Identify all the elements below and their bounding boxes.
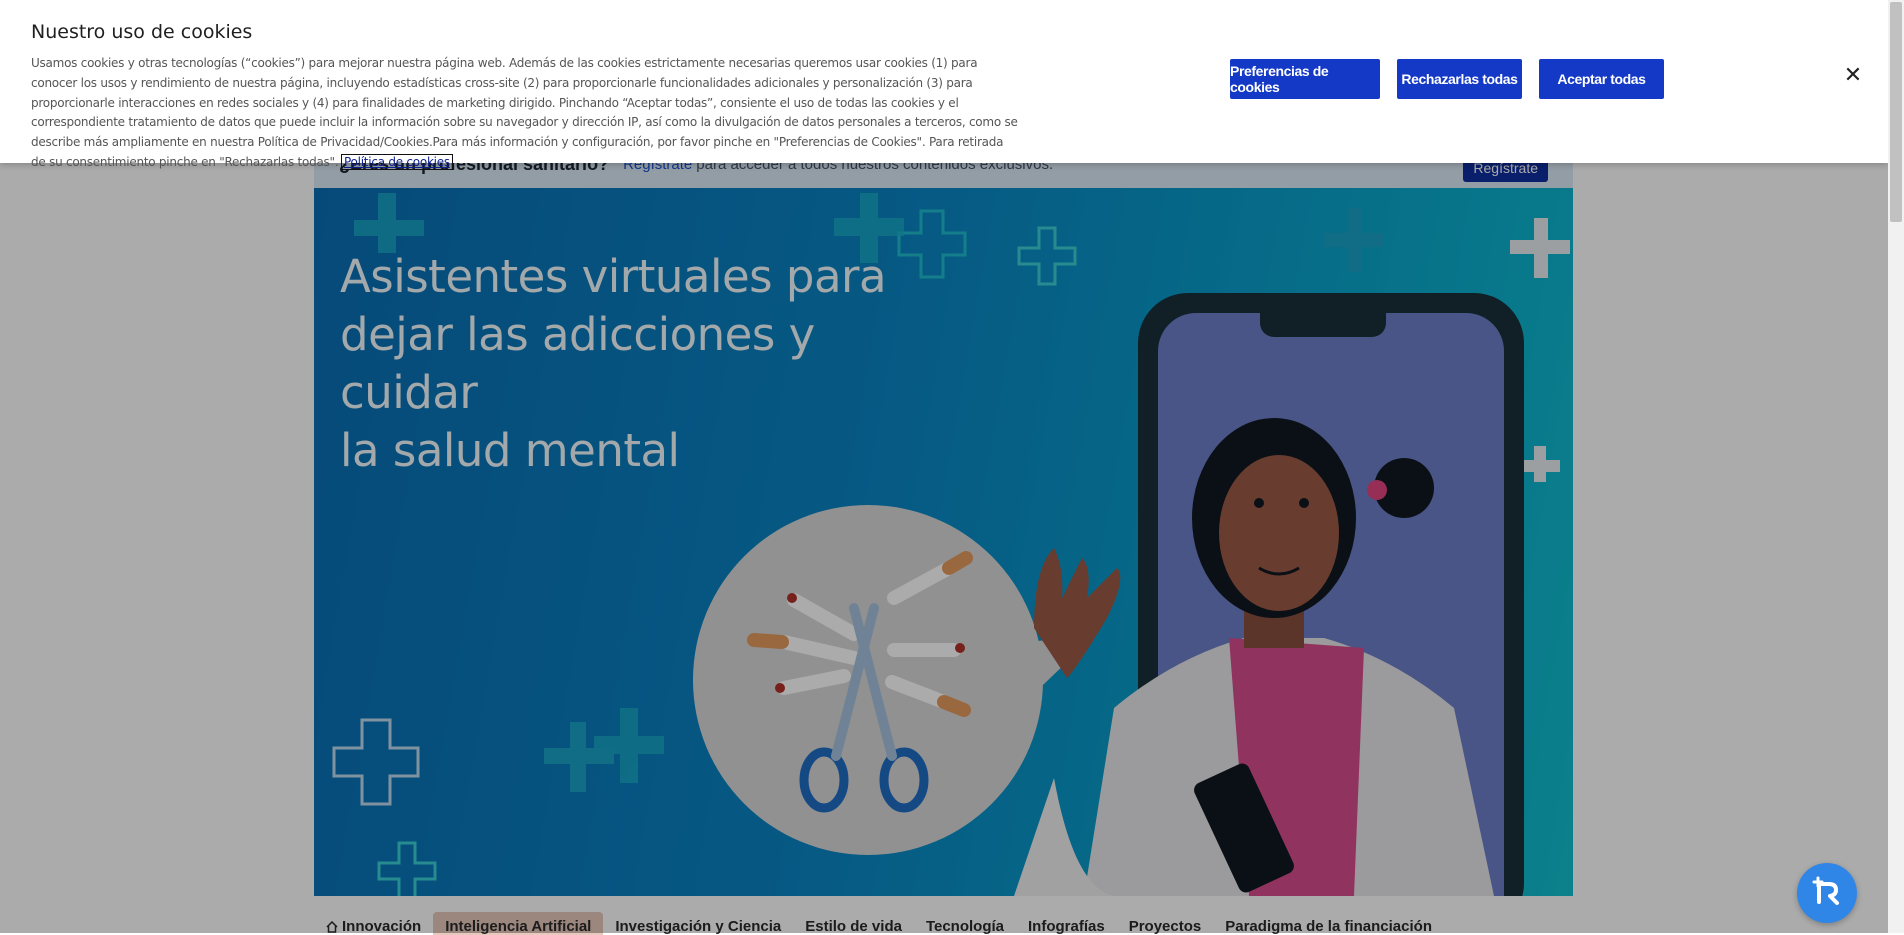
hero-title-line: la salud mental [340,424,680,477]
tab-label: Proyectos [1128,918,1202,935]
home-icon [326,920,338,933]
tab-inteligencia-artificial[interactable]: Inteligencia Artificial [433,912,604,935]
page: ¿Eres un profesional sanitario? Regístra… [0,0,1904,935]
tab-label: Investigación y Ciencia [615,918,782,935]
tab-estilo-de-vida[interactable]: Estilo de vida [793,912,914,935]
hero-banner: Asistentes virtuales para dejar las adic… [314,188,1573,896]
tab-label: Innovación [342,918,422,935]
tab-proyectos[interactable]: Proyectos [1117,912,1214,935]
cookie-banner: Nuestro uso de cookies Usamos cookies y … [0,0,1888,170]
scrollbar-thumb[interactable] [1890,2,1902,222]
tab-label: Infografías [1028,918,1105,935]
hero-title-line: dejar las adicciones y cuidar [340,308,815,419]
cookie-body: Usamos cookies y otras tecnologías (“coo… [31,56,1018,169]
close-icon[interactable]: ✕ [1844,62,1862,87]
tab-infografias[interactable]: Infografías [1016,912,1117,935]
hero-title: Asistentes virtuales para dejar las adic… [340,248,940,480]
cookie-preferences-button[interactable]: Preferencias de cookies [1230,59,1380,99]
tab-label: Estilo de vida [805,918,902,935]
tab-tecnologia[interactable]: Tecnología [914,912,1016,935]
tab-label: Tecnología [925,918,1005,935]
reject-all-button[interactable]: Rechazarlas todas [1397,59,1522,99]
robot-assistant-icon [1812,876,1839,905]
tab-label: Inteligencia Artificial [445,918,592,935]
page-scrollbar[interactable] [1888,0,1904,933]
cookie-policy-link[interactable]: Política de cookies [340,153,453,170]
tab-paradigma-financiacion[interactable]: Paradigma de la financiación [1213,912,1444,935]
cookie-description: Usamos cookies y otras tecnologías (“coo… [31,54,1021,173]
tab-investigacion-ciencia[interactable]: Investigación y Ciencia [603,912,793,935]
speech-bubble [693,505,1094,855]
category-nav: Innovación Inteligencia Artificial Inves… [314,912,1444,935]
cookie-title: Nuestro uso de cookies [31,21,253,43]
assistant-button[interactable] [1797,863,1857,923]
tab-label: Paradigma de la financiación [1225,918,1432,935]
accept-all-button[interactable]: Aceptar todas [1539,59,1664,99]
tab-innovacion[interactable]: Innovación [314,912,433,935]
hero-title-line: Asistentes virtuales para [340,250,887,303]
